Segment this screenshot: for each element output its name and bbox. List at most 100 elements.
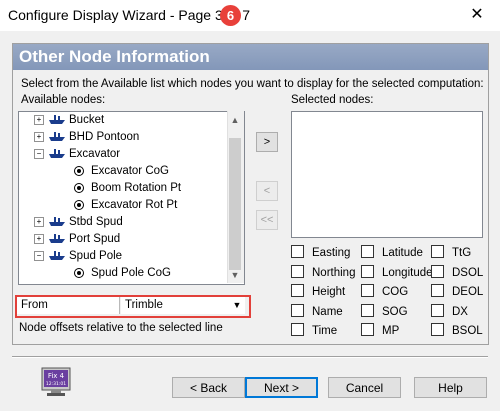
checkbox-box[interactable]	[361, 323, 374, 337]
help-button[interactable]: Help	[414, 377, 487, 398]
checkbox-column-2: Latitude Longitude COG SOG MP	[361, 245, 433, 343]
checkbox-label: DEOL	[452, 286, 484, 298]
checkbox-box[interactable]	[431, 264, 444, 278]
expand-icon[interactable]: +	[34, 131, 44, 142]
checkbox-label: Name	[312, 305, 343, 318]
offset-note: Node offsets relative to the selected li…	[19, 322, 223, 334]
checkbox-label: Time	[312, 325, 338, 337]
expand-icon[interactable]: +	[34, 233, 44, 244]
collapse-icon[interactable]: −	[34, 250, 44, 261]
tree-node-label: Boom Rotation Pt	[91, 182, 182, 194]
vessel-icon	[48, 233, 66, 244]
tree-node[interactable]: Spud Pole CoG	[34, 265, 229, 282]
vessel-icon	[48, 250, 66, 261]
expand-icon[interactable]: +	[34, 216, 44, 227]
chevron-down-icon[interactable]: ▼	[229, 297, 245, 314]
tree-node[interactable]: + Bucket	[34, 112, 229, 129]
checkbox-box[interactable]	[361, 284, 374, 298]
checkbox-box[interactable]	[291, 303, 304, 317]
checkbox-box[interactable]	[361, 303, 374, 317]
remove-node-button[interactable]: <	[256, 181, 278, 201]
tree-node[interactable]: + Stbd Spud	[34, 214, 229, 231]
checkbox-label: Northing	[312, 266, 356, 279]
option-checkbox[interactable]: Latitude	[361, 245, 433, 261]
remove-all-button[interactable]: <<	[256, 210, 278, 230]
target-point-icon	[74, 199, 84, 210]
tree-node[interactable]: Excavator CoG	[34, 163, 229, 180]
tree-node[interactable]: + Port Spud	[34, 231, 229, 248]
tree-node[interactable]: − Excavator	[34, 146, 229, 163]
checkbox-box[interactable]	[291, 245, 304, 259]
checkbox-box[interactable]	[431, 284, 444, 298]
option-checkbox[interactable]: TtG	[431, 245, 483, 261]
checkbox-label: Longitude	[382, 266, 433, 279]
checkbox-box[interactable]	[291, 284, 304, 298]
footer-separator	[12, 356, 488, 358]
checkbox-box[interactable]	[361, 264, 374, 278]
tree-node-label: Spud Pole	[69, 250, 123, 262]
tree-node[interactable]: Excavator Rot Pt	[34, 197, 229, 214]
checkbox-label: DX	[452, 305, 468, 318]
vessel-icon	[48, 148, 66, 159]
back-button[interactable]: < Back	[172, 377, 245, 398]
checkbox-box[interactable]	[361, 245, 374, 259]
fix4-icon-time: 12:31:01	[46, 381, 66, 387]
collapse-icon[interactable]: −	[34, 148, 44, 159]
option-checkbox[interactable]: Longitude	[361, 264, 433, 281]
checkbox-box[interactable]	[431, 245, 444, 259]
target-point-icon	[74, 165, 84, 176]
vessel-icon	[48, 216, 66, 227]
selected-nodes-list[interactable]	[291, 111, 483, 238]
option-checkbox[interactable]: DSOL	[431, 264, 483, 281]
cancel-button[interactable]: Cancel	[328, 377, 401, 398]
scroll-up-icon[interactable]: ▲	[227, 112, 243, 128]
tree-node-label: Spud Pole CoG	[91, 267, 171, 279]
from-label: From	[17, 297, 120, 314]
checkbox-label: Easting	[312, 247, 351, 259]
tree-node[interactable]: + BHD Pontoon	[34, 129, 229, 146]
from-select[interactable]: Trimble	[121, 297, 245, 314]
tree-node[interactable]: − Spud Pole	[34, 248, 229, 265]
tree-node-label: Excavator	[69, 148, 121, 160]
option-checkbox[interactable]: Easting	[291, 245, 355, 261]
option-checkbox[interactable]: DEOL	[431, 284, 483, 300]
checkbox-column-3: TtG DSOL DEOL DX BSOL	[431, 245, 483, 343]
close-button[interactable]: ✕	[462, 2, 492, 28]
vessel-icon	[48, 131, 66, 142]
page-title: Other Node Information	[19, 47, 210, 66]
checkbox-box[interactable]	[291, 264, 304, 278]
step-badge: 6	[220, 5, 241, 26]
window-title: Configure Display Wizard - Page 3 of 7	[8, 7, 250, 23]
checkbox-box[interactable]	[291, 323, 304, 337]
tree-items: + Bucket + BHD Pontoon − Excavator Excavator C…	[34, 112, 229, 282]
checkbox-box[interactable]	[431, 323, 444, 337]
option-checkbox[interactable]: DX	[431, 303, 483, 320]
option-checkbox[interactable]: COG	[361, 284, 433, 300]
vessel-icon	[48, 114, 66, 125]
scroll-thumb[interactable]	[229, 138, 241, 270]
tree-node[interactable]: Boom Rotation Pt	[34, 180, 229, 197]
checkbox-column-1: Easting Northing Height Name Time	[291, 245, 355, 343]
tree-node-label: Port Spud	[69, 233, 121, 245]
selected-nodes-label: Selected nodes:	[291, 94, 374, 106]
add-node-button[interactable]: >	[256, 132, 278, 152]
target-point-icon	[74, 182, 84, 193]
checkbox-label: COG	[382, 286, 409, 298]
option-checkbox[interactable]: MP	[361, 323, 433, 339]
next-button[interactable]: Next >	[245, 377, 318, 398]
option-checkbox[interactable]: BSOL	[431, 323, 483, 339]
option-checkbox[interactable]: Height	[291, 284, 355, 300]
checkbox-label: Latitude	[382, 247, 423, 259]
option-checkbox[interactable]: Name	[291, 303, 355, 320]
checkbox-label: Height	[312, 286, 346, 298]
target-point-icon	[74, 267, 84, 278]
tree-node-label: Excavator CoG	[91, 165, 169, 177]
tree-node-label: Excavator Rot Pt	[91, 199, 178, 211]
option-checkbox[interactable]: Northing	[291, 264, 356, 281]
available-nodes-label: Available nodes:	[21, 94, 106, 106]
fix4-app-icon: Fix 4 12:31:01	[41, 367, 71, 396]
expand-icon[interactable]: +	[34, 114, 44, 125]
option-checkbox[interactable]: Time	[291, 323, 355, 339]
checkbox-box[interactable]	[431, 303, 444, 317]
option-checkbox[interactable]: SOG	[361, 303, 433, 320]
